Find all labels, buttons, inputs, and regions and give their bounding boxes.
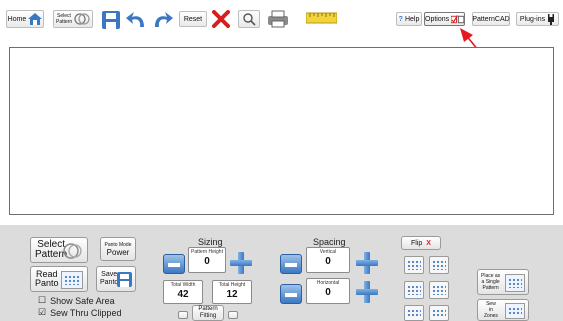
layout-grid-button-4[interactable] [429, 281, 449, 299]
vertical-caption: Vertical [319, 249, 337, 255]
vertical-spacing-field[interactable]: Vertical 0 [306, 247, 350, 273]
panto-mode-button[interactable]: Panto Mode Power [100, 237, 136, 261]
pattern-fitting-right-toggle[interactable] [228, 311, 238, 319]
pattern-fitting-button[interactable]: Pattern Fitting [192, 305, 224, 321]
show-safe-area-option[interactable]: ☐ Show Safe Area [38, 295, 115, 306]
save-icon [117, 272, 132, 287]
pattern-height-field[interactable]: Pattern Height 0 [188, 247, 226, 273]
total-height-caption: Total Height [218, 282, 246, 288]
patterncad-label: PatternCAD [472, 15, 510, 23]
layout-grid-button-1[interactable] [404, 256, 424, 274]
single-pattern-icon [505, 274, 525, 292]
select-pattern-toolbar-label: Select Pattern [56, 13, 73, 25]
total-width-field[interactable]: Total Width 42 [163, 280, 203, 304]
panto-grid-icon [61, 271, 83, 289]
home-button[interactable]: Home [6, 10, 44, 28]
undo-icon[interactable] [126, 8, 148, 30]
vertical-value: 0 [325, 256, 331, 267]
pattern-preview-canvas[interactable] [9, 47, 554, 215]
magnifier-icon [242, 12, 256, 26]
horizontal-caption: Horizontal [316, 280, 340, 286]
printer-icon[interactable] [267, 9, 289, 29]
save-panto-button[interactable]: Save Panto [96, 266, 136, 292]
pattern-height-increase-button[interactable] [230, 252, 252, 274]
show-safe-area-label: Show Safe Area [50, 295, 115, 306]
redo-icon[interactable] [151, 8, 173, 30]
home-label: Home [7, 15, 27, 23]
house-icon [28, 13, 43, 25]
sew-thru-clipped-label: Sew Thru Clipped [50, 307, 122, 318]
sew-in-zones-button[interactable]: Sew in Zones [477, 299, 529, 321]
read-panto-line2: Panto [35, 278, 59, 288]
question-icon: ? [398, 15, 403, 23]
flip-x-icon: X [426, 239, 431, 247]
patterncad-button[interactable]: PatternCAD [472, 12, 510, 26]
plugins-label: Plug-ins [519, 15, 546, 23]
zoom-button[interactable] [238, 10, 260, 28]
select-pattern-toolbar-button[interactable]: Select Pattern [53, 10, 93, 28]
plug-icon [548, 13, 555, 25]
pattern-height-caption: Pattern Height [191, 249, 223, 255]
total-width-caption: Total Width [170, 282, 196, 288]
pattern-icon [63, 243, 82, 259]
pattern-fitting-line2: Fitting [199, 313, 217, 319]
horizontal-spacing-decrease-button[interactable] [280, 284, 302, 304]
pattern-fitting-left-toggle[interactable] [178, 311, 188, 319]
delete-x-icon[interactable] [211, 9, 231, 29]
vertical-spacing-decrease-button[interactable] [280, 254, 302, 274]
horizontal-value: 0 [325, 287, 331, 298]
layout-grid-button-2[interactable] [429, 256, 449, 274]
layout-grid-button-6[interactable] [429, 305, 449, 321]
options-label: Options [425, 15, 450, 23]
zones-line3: Zones [484, 313, 498, 319]
control-panel: Select Pattern Panto Mode Power Read Pan… [0, 225, 563, 321]
read-panto-button[interactable]: Read Panto [30, 266, 88, 292]
total-width-value: 42 [177, 289, 189, 300]
pattern-fitting-line1: Pattern [198, 306, 218, 312]
total-height-field[interactable]: Total Height 12 [212, 280, 252, 304]
layout-grid-button-3[interactable] [404, 281, 424, 299]
total-height-value: 12 [226, 289, 238, 300]
spacing-title: Spacing [313, 237, 346, 247]
flip-button[interactable]: Flip X [401, 236, 441, 250]
horizontal-spacing-field[interactable]: Horizontal 0 [306, 278, 350, 304]
reset-label: Reset [183, 15, 203, 23]
options-icon [451, 14, 464, 23]
show-safe-area-checkbox[interactable]: ☐ [38, 295, 46, 306]
pattern-icon [74, 13, 90, 25]
flip-label: Flip [411, 239, 423, 247]
help-label: Help [404, 15, 420, 23]
select-pattern-button[interactable]: Select Pattern [30, 237, 88, 263]
place-as-single-pattern-button[interactable]: Place as a Single Pattern [477, 269, 529, 295]
sew-thru-clipped-checkbox[interactable]: ☑ [38, 307, 46, 318]
zones-icon [505, 303, 525, 319]
save-icon[interactable] [101, 10, 121, 29]
plugins-button[interactable]: Plug-ins [516, 12, 559, 26]
pattern-height-value: 0 [204, 256, 210, 267]
save-panto-line2: Panto [100, 279, 119, 286]
help-button[interactable]: ? Help [396, 12, 422, 26]
sew-thru-clipped-option[interactable]: ☑ Sew Thru Clipped [38, 307, 121, 318]
options-button[interactable]: Options [424, 12, 465, 26]
panto-mode-line2: Power [106, 247, 130, 257]
reset-button[interactable]: Reset [179, 11, 207, 27]
place-single-line3: Pattern [482, 285, 499, 291]
ruler-icon[interactable] [306, 11, 337, 25]
layout-grid-button-5[interactable] [404, 305, 424, 321]
sizing-title: Sizing [198, 237, 223, 247]
pattern-height-decrease-button[interactable] [163, 254, 185, 274]
horizontal-spacing-increase-button[interactable] [356, 281, 378, 303]
save-panto-line1: Save [101, 271, 118, 278]
vertical-spacing-increase-button[interactable] [356, 252, 378, 274]
